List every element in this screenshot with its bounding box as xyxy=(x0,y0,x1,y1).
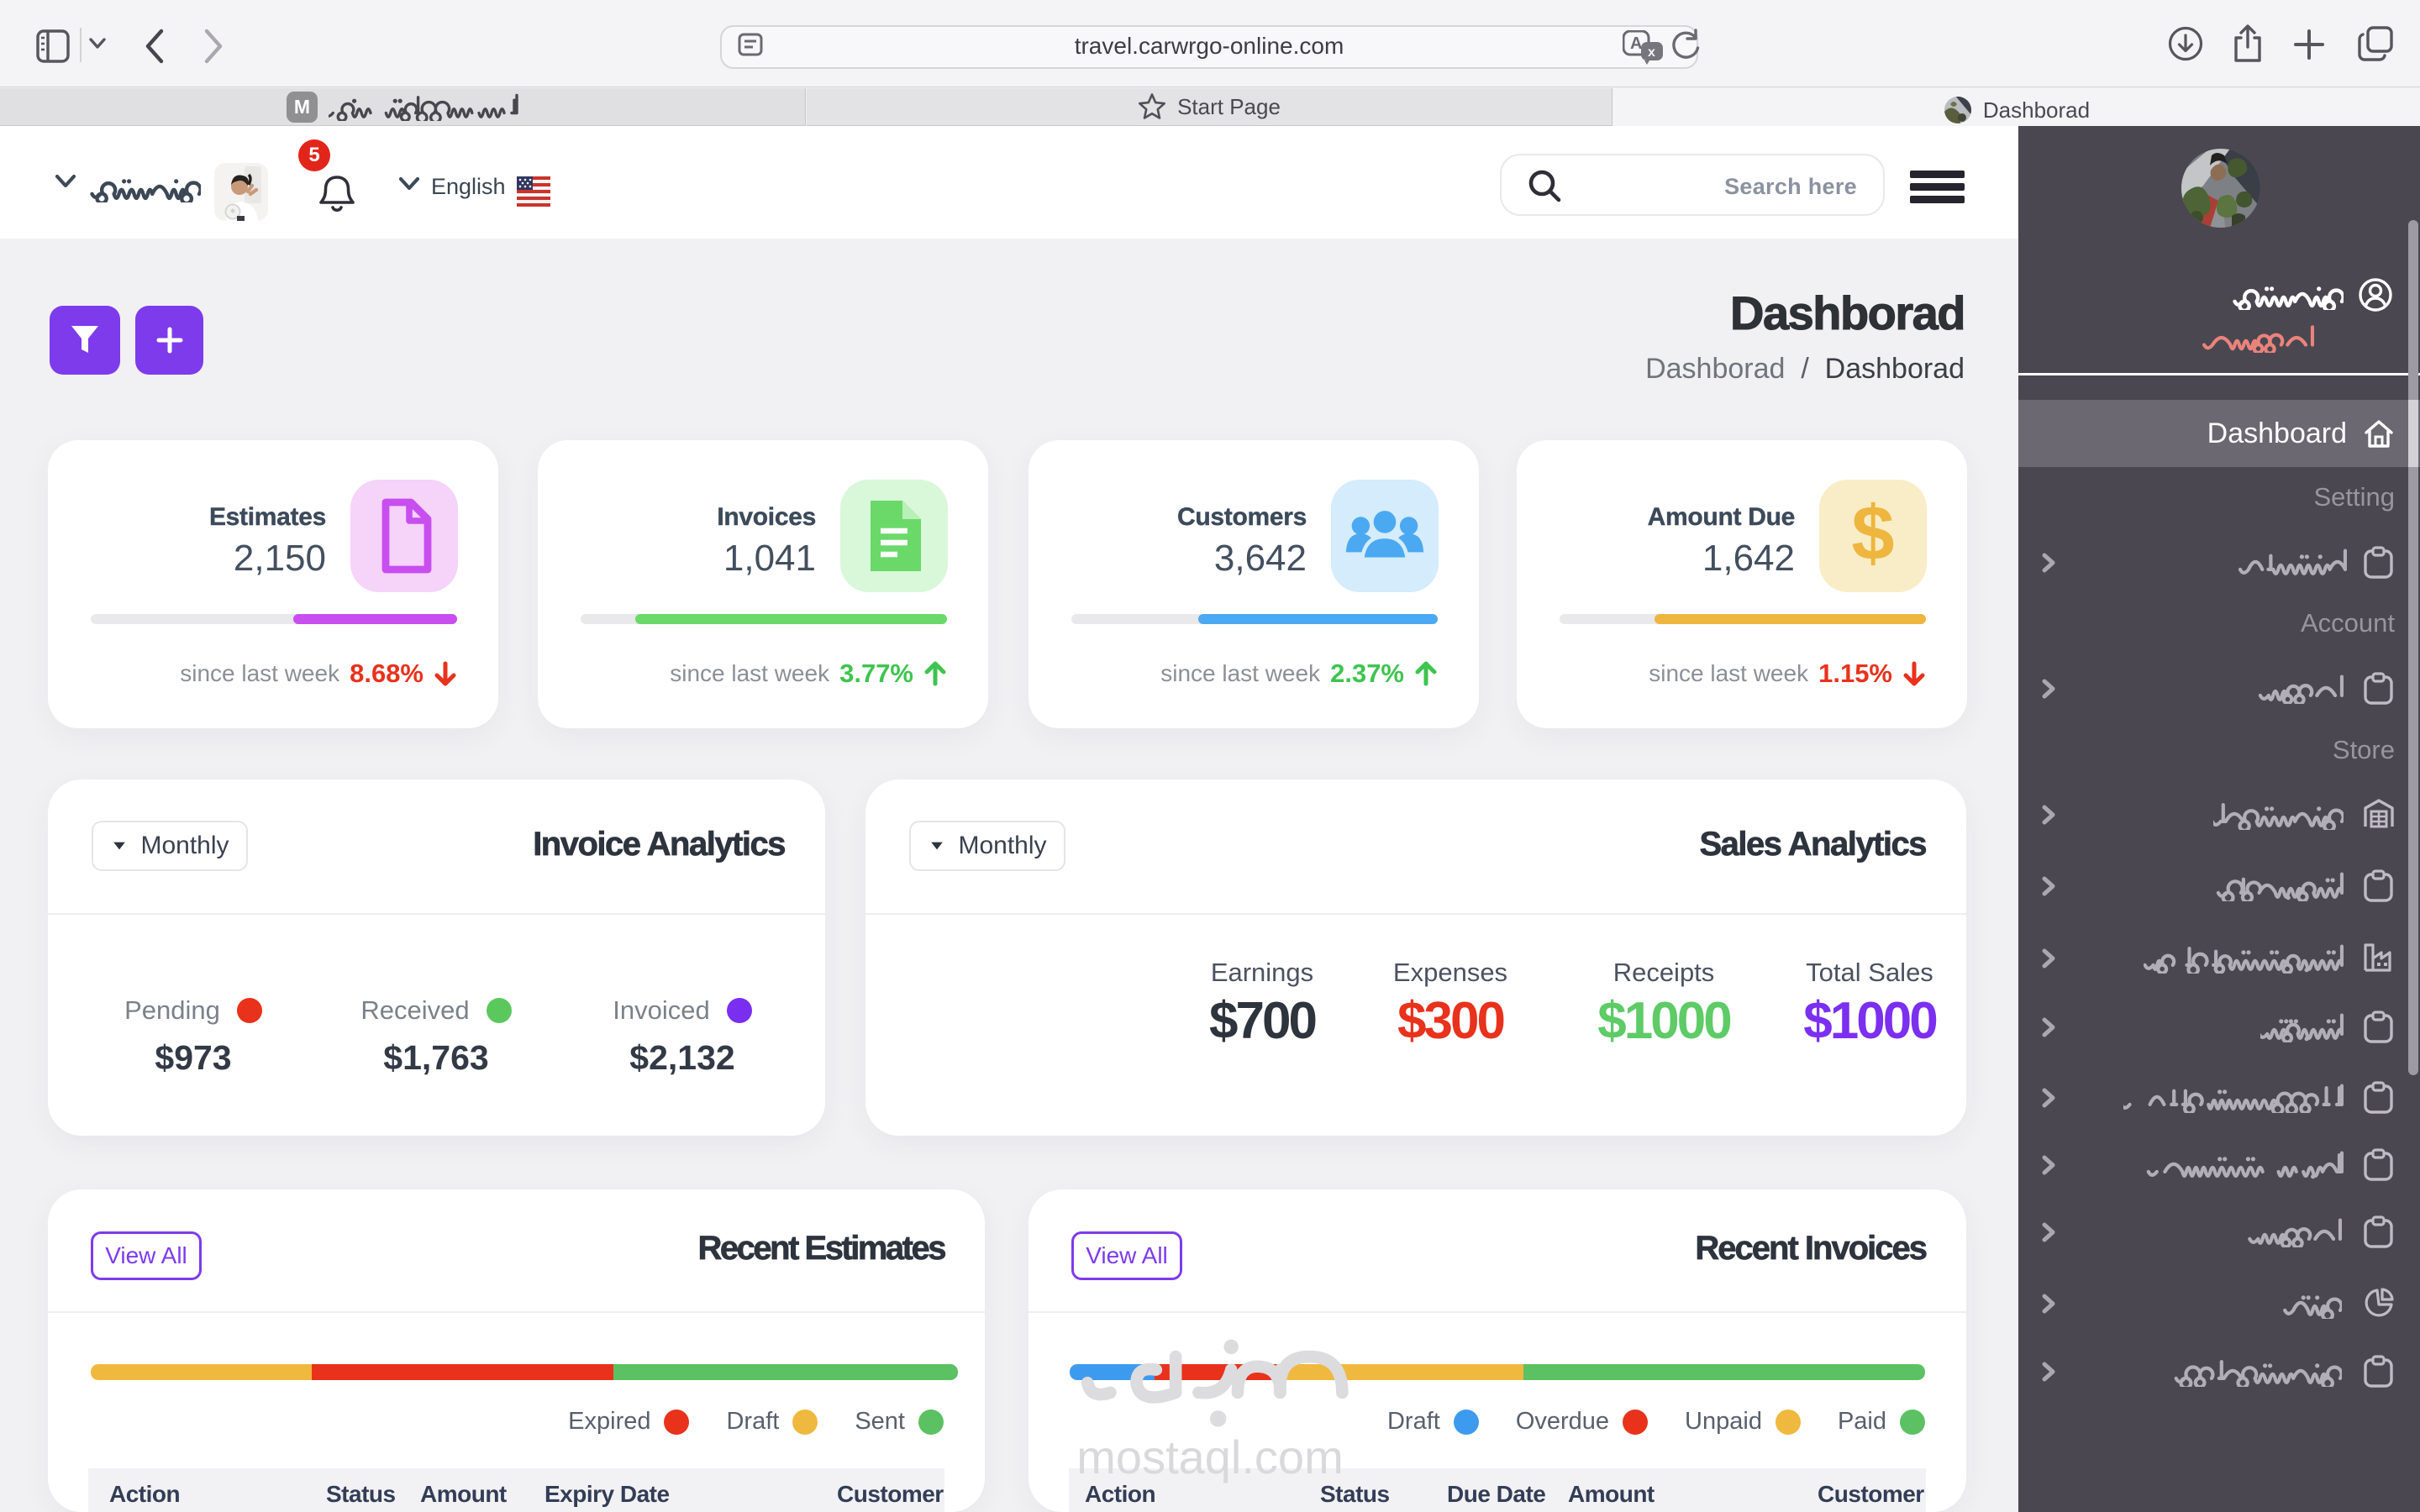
svg-text:$: $ xyxy=(1851,496,1894,576)
svg-text:x: x xyxy=(1648,45,1655,60)
svg-text:A: A xyxy=(1630,34,1642,53)
